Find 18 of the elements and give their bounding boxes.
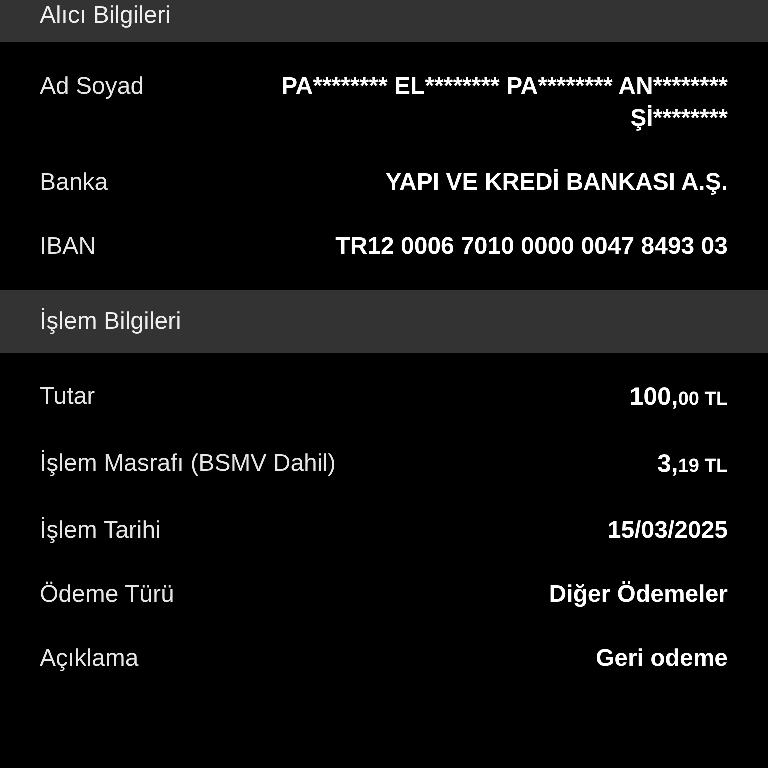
field-label: Banka — [40, 168, 108, 198]
field-label: Ödeme Türü — [40, 580, 174, 610]
amount-value: 3,19 TL — [658, 449, 728, 480]
field-label: Ad Soyad — [40, 72, 144, 102]
field-value: PA******** EL******** PA******** AN******** Şİ******** — [280, 72, 728, 134]
field-value: YAPI VE KREDİ BANKASI A.Ş. — [386, 168, 728, 198]
field-label: Tutar — [40, 382, 96, 412]
section-title: İşlem Bilgileri — [40, 306, 182, 336]
field-label: İşlem Masrafı (BSMV Dahil) — [40, 449, 336, 479]
field-value: Geri odeme — [596, 644, 728, 674]
field-value: TR12 0006 7010 0000 0047 8493 03 — [336, 232, 728, 262]
field-label: IBAN — [40, 232, 96, 262]
section-title: Alıcı Bilgileri — [40, 0, 171, 30]
field-value: Diğer Ödemeler — [549, 580, 728, 610]
amount-value: 100,00 TL — [630, 382, 728, 413]
field-value: 15/03/2025 — [608, 516, 728, 546]
field-label: Açıklama — [40, 644, 139, 674]
field-label: İşlem Tarihi — [40, 516, 161, 546]
